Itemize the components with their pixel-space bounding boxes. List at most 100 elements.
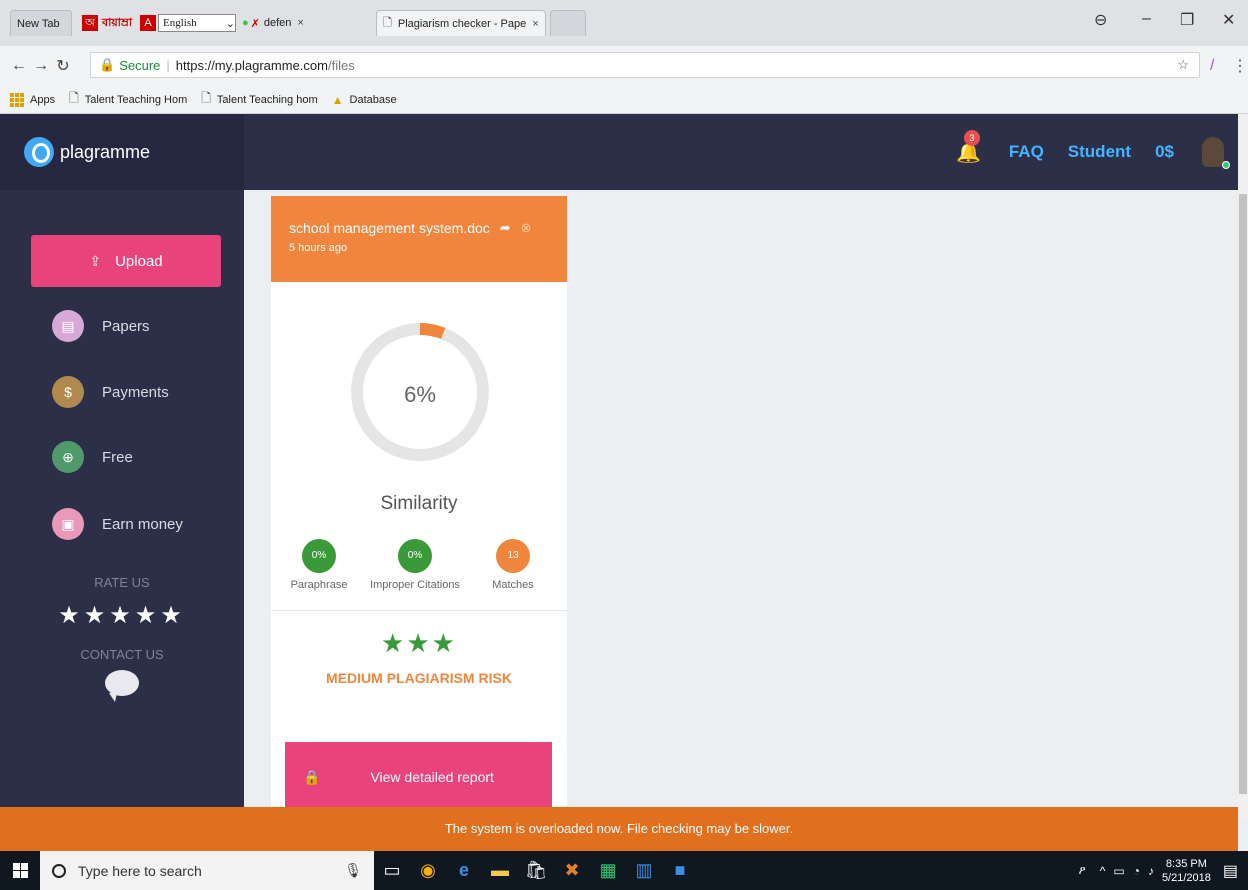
chevron-down-icon: ⌄ [225, 17, 236, 30]
globe-icon: ● [242, 17, 249, 29]
bookmark-database[interactable]: ▲ Database [332, 93, 397, 107]
similarity-gauge [351, 323, 489, 461]
page-icon: 🗋 [69, 91, 79, 105]
xampp-icon[interactable]: ✖ [554, 851, 590, 890]
taskbar-search-input[interactable]: Type here to search 🎙 [40, 851, 374, 890]
network-icon[interactable]: ▭ [1113, 864, 1124, 878]
bookmark-talent-2[interactable]: 🗋 Talent Teaching hom [201, 89, 317, 110]
search-placeholder: Type here to search [78, 862, 202, 879]
apps-icon [10, 92, 24, 107]
risk-label: MEDIUM PLAGIARISM RISK [326, 670, 512, 686]
language-select[interactable]: English ⌄ [158, 14, 237, 32]
contact-us[interactable] [0, 670, 244, 702]
notifications-icon[interactable]: ▤ [1223, 861, 1238, 881]
close-window-icon[interactable]: ✕ [1222, 10, 1235, 30]
tab-label: বায়াম্রা [102, 16, 133, 29]
sidebar-item-free[interactable]: ⊕ Free [52, 439, 133, 475]
new-tab-button[interactable] [550, 10, 586, 36]
chevron-up-icon[interactable]: ^ [1100, 864, 1106, 878]
address-bar: ← → ↻ 🔒 Secure | https://my.plagramme.co… [0, 46, 1248, 86]
cortana-icon [52, 863, 66, 878]
tab-plagiarism-checker[interactable]: 🗋 Plagiarism checker - Pape × [376, 10, 546, 36]
close-icon[interactable]: × [297, 17, 303, 29]
restore-icon[interactable]: ❐ [1180, 10, 1194, 30]
url-path: /files [327, 57, 355, 73]
cross-icon: ✗ [250, 17, 260, 30]
upload-icon: ⇪ [89, 252, 102, 269]
avatar[interactable] [1202, 137, 1230, 169]
student-link[interactable]: Student [1068, 142, 1131, 162]
view-report-button[interactable]: 🔒 View detailed report [285, 742, 552, 807]
chrome-icon[interactable]: ◉ [410, 851, 446, 890]
scrollbar[interactable] [1238, 114, 1248, 821]
clock-date: 5/21/2018 [1161, 871, 1211, 884]
sidebar-item-label: Papers [102, 317, 150, 335]
bookmark-label: Database [349, 93, 397, 106]
bookmark-star-icon[interactable]: ☆ [1177, 57, 1189, 73]
sidebar-item-label: Free [102, 448, 133, 466]
money-bag-icon: $ [52, 376, 84, 408]
close-icon[interactable]: × [532, 18, 538, 30]
lock-icon: 🔒 [303, 768, 321, 785]
bell-icon[interactable]: 🔔 3 [956, 129, 981, 165]
papers-icon: ▤ [52, 310, 84, 342]
upload-button[interactable]: ⇪ Upload [31, 235, 221, 287]
close-icon[interactable]: ⊗ [521, 220, 532, 236]
microphone-icon[interactable]: 🎙 [344, 862, 362, 879]
sidebar-item-earn-money[interactable]: ▣ Earn money [52, 506, 183, 542]
metric-matches[interactable]: 13 Matches [463, 539, 563, 591]
metric-improper-citations: 0% Improper Citations [365, 539, 465, 591]
bookmark-talent-1[interactable]: 🗋 Talent Teaching Hom [69, 89, 187, 110]
edge-icon[interactable]: e [446, 851, 482, 890]
file-card: school management system.doc ➦ ⊗ 5 hours… [271, 196, 567, 807]
earn-icon: ▣ [52, 508, 84, 540]
clock-time: 8:35 PM [1165, 857, 1207, 870]
sidebar-item-papers[interactable]: ▤ Papers [52, 308, 150, 344]
windows-start-button[interactable] [0, 851, 40, 890]
tab-label: defen [263, 17, 292, 29]
file-explorer-icon[interactable]: ▬ [482, 851, 518, 890]
volume-icon[interactable]: ♪ [1148, 864, 1154, 878]
reload-icon[interactable]: ↻ [52, 56, 74, 76]
app-icon[interactable]: ■ [662, 851, 698, 890]
faq-link[interactable]: FAQ [1009, 142, 1044, 162]
menu-icon[interactable]: ⋮ [1232, 56, 1248, 76]
notification-badge: 3 [963, 129, 980, 146]
wifi-icon[interactable]: ◔ [1133, 864, 1140, 878]
similarity-percent: 6% [404, 382, 436, 407]
url-input[interactable]: 🔒 Secure | https://my.plagramme.com/file… [90, 52, 1200, 78]
scroll-thumb[interactable] [1239, 194, 1247, 794]
clock[interactable]: 8:35 PM 5/21/2018 [1162, 857, 1211, 885]
task-view-icon[interactable]: ▭ [374, 851, 410, 890]
main-content: school management system.doc ➦ ⊗ 5 hours… [244, 190, 1238, 807]
sidebar-item-label: Earn money [102, 515, 183, 533]
excel-icon[interactable]: ▦ [590, 851, 626, 890]
extension-pen-icon[interactable]: / [1210, 57, 1214, 75]
metric-label: Matches [492, 579, 534, 591]
metric-value: 0% [398, 539, 432, 573]
url-separator: | [166, 57, 170, 73]
store-icon[interactable]: 🛍 [518, 851, 554, 890]
balance[interactable]: 0$ [1155, 142, 1174, 162]
upload-label: Upload [115, 252, 163, 270]
sidebar: ⇪ Upload ▤ Papers $ Payments ⊕ Free ▣ Ea… [0, 190, 244, 807]
logo[interactable]: plagramme [0, 114, 244, 190]
system-tray: ዖ ^ ▭ ◔ ♪ 8:35 PM 5/21/2018 ▤ [1079, 851, 1248, 890]
similarity-label: Similarity [380, 493, 458, 514]
rate-stars[interactable]: ★★★★★ [0, 601, 244, 630]
minimize-icon[interactable]: – [1142, 10, 1151, 28]
tab-language-toolbar[interactable]: অ বায়াম্রা A English ⌄ ● ✗ defen × [72, 10, 372, 36]
share-icon[interactable]: ➦ [500, 220, 511, 236]
sidebar-item-payments[interactable]: $ Payments [52, 374, 169, 410]
back-icon[interactable]: ← [8, 57, 30, 75]
card-title: school management system.doc ➦ ⊗ [289, 220, 549, 236]
tab-new-tab[interactable]: New Tab [10, 10, 72, 36]
forward-icon[interactable]: → [30, 57, 52, 75]
profile-icon[interactable]: ⊖ [1094, 10, 1107, 30]
phpmyadmin-icon: ▲ [331, 92, 344, 107]
bookmark-apps[interactable]: Apps [10, 92, 55, 107]
app-header: plagramme 🔔 3 FAQ Student 0$ [0, 114, 1238, 190]
people-icon[interactable]: ዖ [1079, 863, 1086, 878]
word-icon[interactable]: ▥ [626, 851, 662, 890]
page-icon: 🗋 [383, 17, 392, 29]
